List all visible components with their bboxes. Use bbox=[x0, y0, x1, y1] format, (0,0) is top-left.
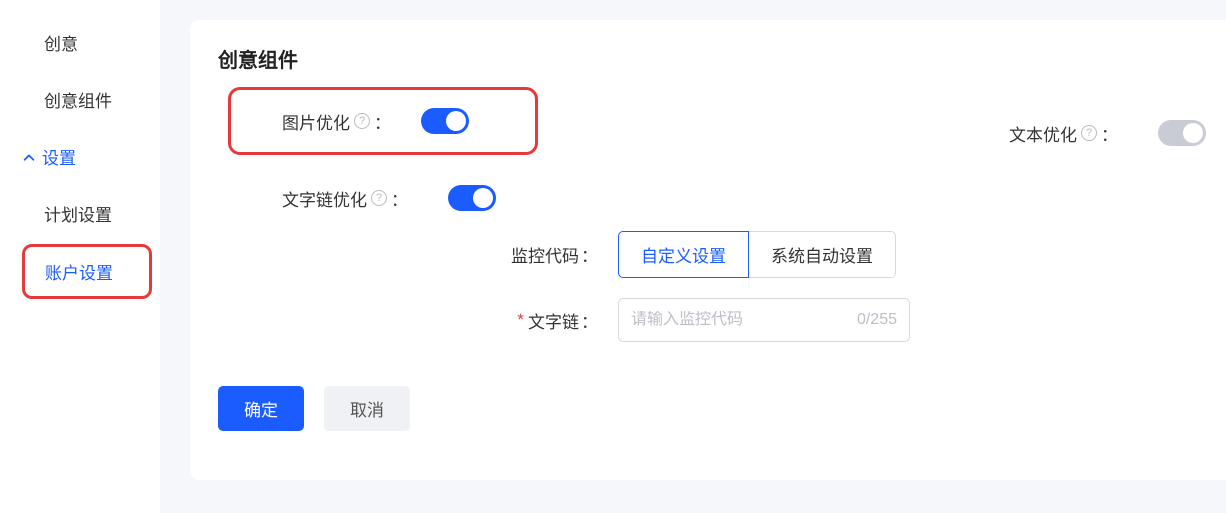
main-content: 创意组件 图片优化 ? ： 文本优化 ? bbox=[160, 0, 1226, 513]
sidebar-item-label: 账户设置 bbox=[45, 264, 113, 283]
ok-button[interactable]: 确定 bbox=[218, 386, 304, 431]
row-text-link: * 文字链 ： 0/255 bbox=[218, 298, 1206, 342]
help-icon[interactable]: ? bbox=[371, 190, 387, 206]
cancel-button[interactable]: 取消 bbox=[324, 386, 410, 431]
form-actions: 确定 取消 bbox=[218, 386, 1206, 431]
image-opt-label: 图片优化 ? ： bbox=[231, 109, 401, 134]
text-opt-toggle[interactable] bbox=[1158, 120, 1206, 146]
link-opt-toggle[interactable] bbox=[448, 185, 496, 211]
toggle-knob bbox=[473, 188, 493, 208]
toggle-knob bbox=[1183, 123, 1203, 143]
chevron-up-icon bbox=[22, 150, 36, 164]
help-icon[interactable]: ? bbox=[1081, 125, 1097, 141]
row-monitor-code: 监控代码 ： 自定义设置 系统自动设置 bbox=[218, 231, 1206, 278]
sidebar-item-creative[interactable]: 创意 bbox=[0, 14, 160, 71]
monitor-code-label: 监控代码 ： bbox=[218, 242, 608, 267]
sidebar-item-label: 设置 bbox=[42, 144, 76, 169]
text-opt-label: 文本优化 ? ： bbox=[988, 121, 1128, 146]
sidebar-item-label: 创意组件 bbox=[44, 92, 112, 111]
help-icon[interactable]: ? bbox=[354, 113, 370, 129]
required-mark: * bbox=[517, 310, 524, 330]
sidebar: 创意 创意组件 设置 计划设置 账户设置 bbox=[0, 0, 160, 513]
sidebar-item-settings[interactable]: 设置 bbox=[0, 128, 160, 185]
text-link-label: * 文字链 ： bbox=[218, 308, 608, 333]
seg-auto[interactable]: 系统自动设置 bbox=[749, 231, 896, 278]
sidebar-item-account-settings[interactable]: 账户设置 bbox=[22, 244, 152, 299]
section-title: 创意组件 bbox=[218, 44, 1206, 73]
text-link-input-wrap[interactable]: 0/255 bbox=[618, 298, 910, 342]
link-opt-label: 文字链优化 ? ： bbox=[238, 186, 418, 211]
sidebar-item-creative-component[interactable]: 创意组件 bbox=[0, 71, 160, 128]
monitor-code-segment: 自定义设置 系统自动设置 bbox=[618, 231, 896, 278]
toggle-knob bbox=[446, 111, 466, 131]
row-image-text-opt: 图片优化 ? ： 文本优化 ? ： bbox=[218, 87, 1206, 179]
image-opt-toggle[interactable] bbox=[421, 108, 469, 134]
sidebar-item-label: 创意 bbox=[44, 35, 78, 54]
seg-custom[interactable]: 自定义设置 bbox=[618, 231, 749, 278]
sidebar-item-label: 计划设置 bbox=[44, 206, 112, 225]
text-link-input[interactable] bbox=[631, 311, 857, 329]
settings-card: 创意组件 图片优化 ? ： 文本优化 ? bbox=[190, 20, 1226, 480]
text-link-counter: 0/255 bbox=[857, 311, 897, 329]
image-opt-highlight: 图片优化 ? ： bbox=[228, 87, 538, 155]
sidebar-item-plan-settings[interactable]: 计划设置 bbox=[0, 185, 160, 242]
row-link-opt: 文字链优化 ? ： bbox=[238, 185, 1206, 211]
